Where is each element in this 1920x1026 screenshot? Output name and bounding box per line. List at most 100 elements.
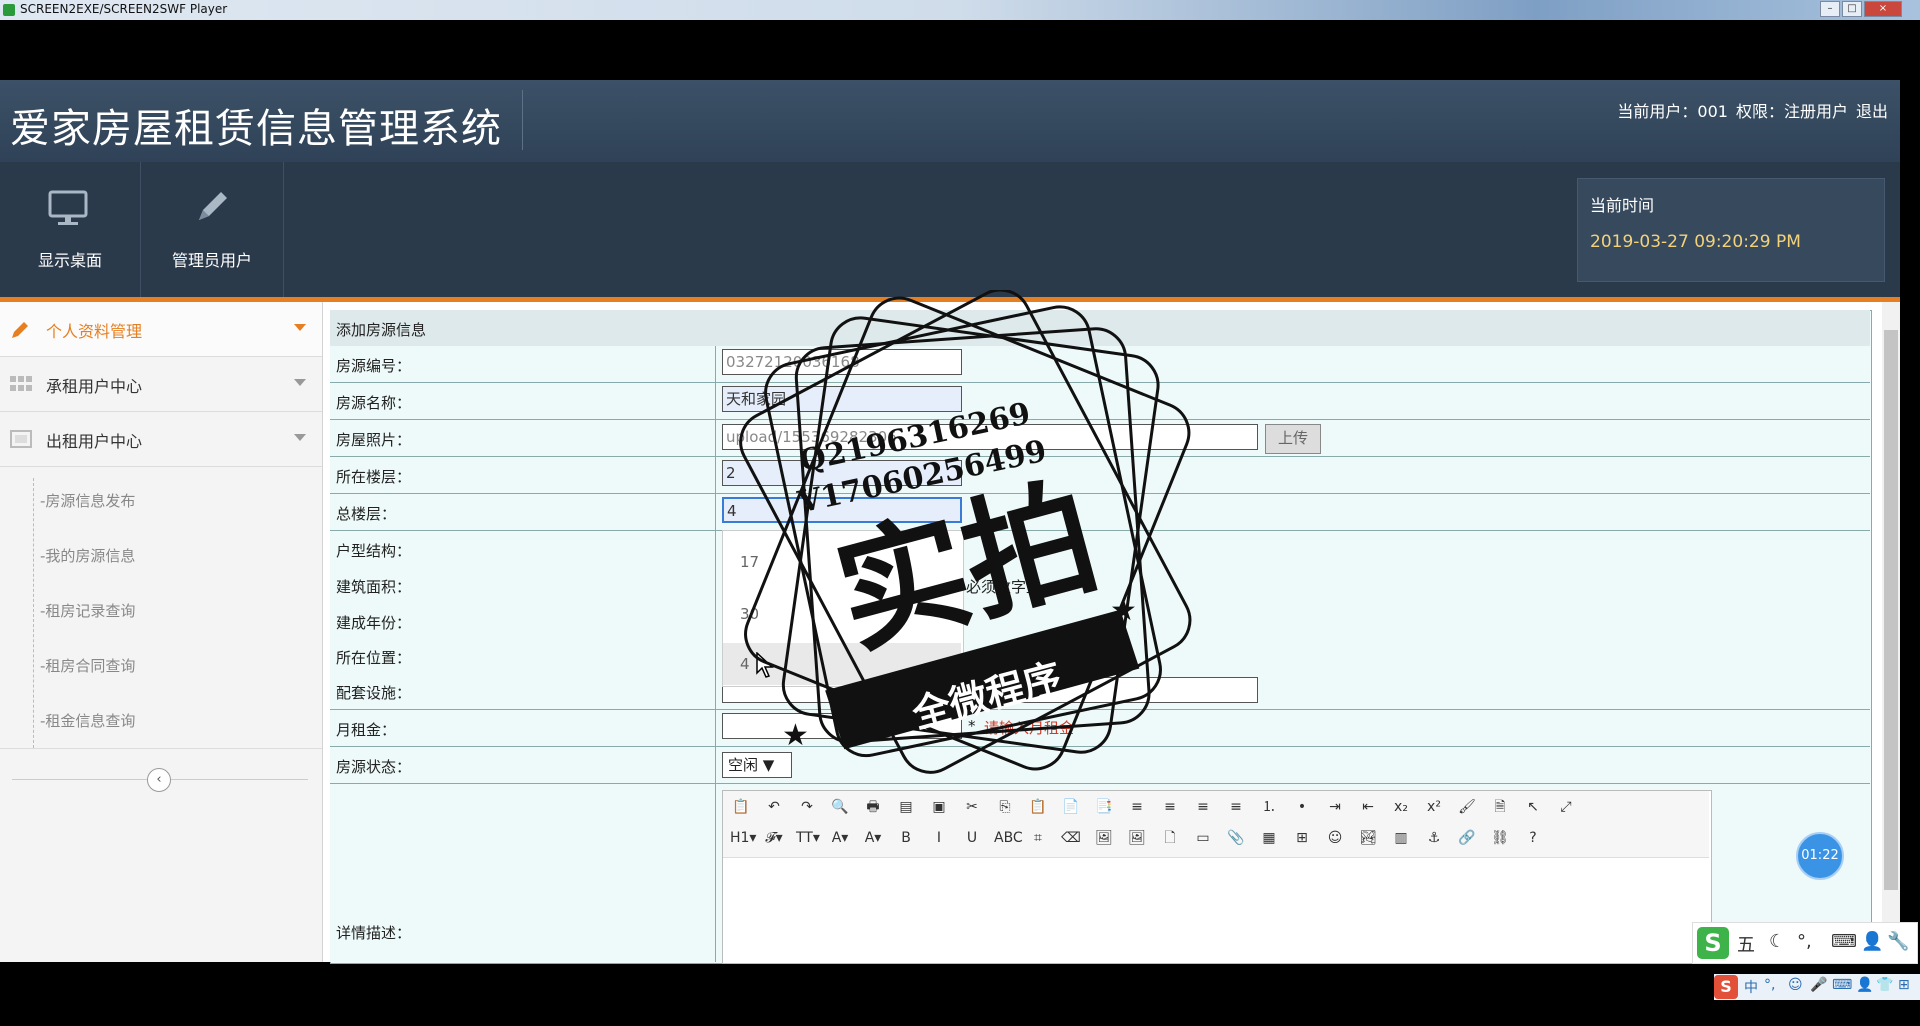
row2-tool-17-icon[interactable]: ⊞	[1291, 827, 1313, 849]
ime-toolbox-icon[interactable]: ⊞	[1898, 977, 1910, 993]
ime-mic-icon[interactable]: 🎤	[1810, 977, 1827, 993]
row2-tool-3-icon[interactable]: A▾	[829, 827, 851, 849]
row2-tool-7-icon[interactable]: U	[961, 827, 983, 849]
ime-settings-icon[interactable]: 🔧	[1887, 931, 1909, 952]
row1-tool-3-icon[interactable]: 🔍	[829, 796, 851, 818]
row1-tool-21-icon[interactable]: x²	[1423, 796, 1445, 818]
submenu-rent-info[interactable]: -租金信息查询	[40, 710, 135, 731]
row2-tool-15-icon[interactable]: 📎	[1225, 827, 1247, 849]
ime-user-icon[interactable]: 👤	[1856, 977, 1873, 993]
ime-user-icon[interactable]: 👤	[1861, 931, 1883, 952]
ime-taskbar: S 中 °, ☺ 🎤 ⌨ 👤 👕 ⊞	[1714, 974, 1920, 1000]
submenu-rental-records[interactable]: -租房记录查询	[40, 600, 135, 621]
row1-tool-17-icon[interactable]: •	[1291, 796, 1313, 818]
row2-tool-19-icon[interactable]: 🏞	[1357, 827, 1379, 849]
row2-tool-24-icon[interactable]: ?	[1522, 827, 1544, 849]
row1-tool-19-icon[interactable]: ⇤	[1357, 796, 1379, 818]
row2-tool-23-icon[interactable]: ⛓	[1489, 827, 1511, 849]
ime-keyboard-icon[interactable]: ⌨	[1831, 931, 1857, 952]
minimize-button[interactable]: –	[1820, 1, 1840, 17]
row1-tool-5-icon[interactable]: ▤	[895, 796, 917, 818]
row1-tool-14-icon[interactable]: ≡	[1192, 796, 1214, 818]
row2-tool-21-icon[interactable]: ⚓	[1423, 827, 1445, 849]
row2-tool-6-icon[interactable]: I	[928, 827, 950, 849]
desktop-button[interactable]: 显示桌面	[0, 162, 141, 297]
row1-tool-23-icon[interactable]: 🗎	[1489, 796, 1511, 818]
row2-tool-5-icon[interactable]: B	[895, 827, 917, 849]
row1-tool-7-icon[interactable]: ✂	[961, 796, 983, 818]
editor-toolbar-row-2: H1▾ 𝓕▾ TT▾ A▾ A▾ B I U ABC ⌗ ⌫ 🖼 🖼 🗋 ▭ 📎 ▦ ⊞ ☺ 🏞 ▥ ⚓ 🔗 ⛓?	[730, 827, 1710, 851]
current-user: 当前用户：001	[1617, 102, 1728, 121]
recording-timer: 01:22	[1796, 832, 1844, 880]
row2-tool-0-icon[interactable]: H1▾	[730, 827, 756, 849]
ime-moon-icon[interactable]: ☾	[1769, 931, 1785, 952]
label-floor: 所在楼层：	[336, 468, 412, 486]
row1-tool-20-icon[interactable]: x₂	[1390, 796, 1412, 818]
row2-tool-2-icon[interactable]: TT▾	[796, 827, 820, 849]
row1-tool-24-icon[interactable]: ↖	[1522, 796, 1544, 818]
row2-tool-12-icon[interactable]: 🖼	[1126, 827, 1148, 849]
ime-wubi-icon[interactable]: 五	[1737, 931, 1755, 957]
label-total-floors: 总楼层：	[336, 505, 397, 523]
ime-skin-icon[interactable]: 👕	[1876, 977, 1893, 993]
row2-tool-8-icon[interactable]: ABC	[994, 827, 1023, 849]
sidebar-item-profile[interactable]: 个人资料管理	[0, 302, 322, 357]
row2-tool-18-icon[interactable]: ☺	[1324, 827, 1346, 849]
row1-tool-16-icon[interactable]: ⒈	[1258, 796, 1280, 818]
row1-tool-22-icon[interactable]: 🖌	[1456, 796, 1478, 818]
row1-tool-6-icon[interactable]: ▣	[928, 796, 950, 818]
logout-link[interactable]: 退出	[1856, 102, 1888, 121]
time-label: 当前时间	[1590, 196, 1655, 215]
row2-tool-14-icon[interactable]: ▭	[1192, 827, 1214, 849]
close-window-button[interactable]: ×	[1864, 1, 1902, 17]
sidebar-item-landlord-center[interactable]: 出租用户中心	[0, 412, 322, 467]
row1-tool-9-icon[interactable]: 📋	[1027, 796, 1049, 818]
ime-punct-icon[interactable]: °,	[1764, 977, 1775, 993]
row1-tool-18-icon[interactable]: ⇥	[1324, 796, 1346, 818]
ime-keyboard-icon[interactable]: ⌨	[1832, 977, 1852, 993]
row1-tool-8-icon[interactable]: ⎘	[994, 796, 1016, 818]
row1-tool-10-icon[interactable]: 📄	[1060, 796, 1082, 818]
row2-tool-1-icon[interactable]: 𝓕▾	[763, 827, 785, 849]
row2-tool-22-icon[interactable]: 🔗	[1456, 827, 1478, 849]
monitor-icon	[48, 190, 88, 225]
row-divider	[715, 747, 716, 783]
editor-toolbar-row-1: 📋 ↶ ↷ 🔍 🖶 ▤ ▣ ✂ ⎘ 📋 📄 📑 ≡ ≡ ≡ ≡ ⒈ • ⇥ ⇤ x₂ x² 🖌 🗎 ↖ ⤢	[730, 796, 1710, 820]
ime-emoji-icon[interactable]: ☺	[1788, 977, 1803, 993]
row1-tool-11-icon[interactable]: 📑	[1093, 796, 1115, 818]
ime-punct-icon[interactable]: °,	[1797, 931, 1812, 952]
sidebar-collapse-button[interactable]: ‹	[147, 768, 171, 792]
row-divider	[715, 784, 716, 962]
row-divider	[715, 567, 716, 603]
row1-tool-25-icon[interactable]: ⤢	[1555, 796, 1577, 818]
label-name: 房源名称：	[336, 394, 412, 412]
admin-user-button[interactable]: 管理员用户	[141, 162, 284, 297]
sidebar-item-label: 承租用户中心	[46, 377, 143, 396]
row2-tool-9-icon[interactable]: ⌗	[1027, 827, 1049, 849]
row2-tool-4-icon[interactable]: A▾	[862, 827, 884, 849]
maximize-button[interactable]: □	[1842, 1, 1862, 17]
scrollbar-thumb[interactable]	[1884, 330, 1898, 890]
submenu-publish-listing[interactable]: -房源信息发布	[40, 490, 135, 511]
row1-tool-2-icon[interactable]: ↷	[796, 796, 818, 818]
row1-tool-15-icon[interactable]: ≡	[1225, 796, 1247, 818]
submenu-my-listings[interactable]: -我的房源信息	[40, 545, 135, 566]
row2-tool-10-icon[interactable]: ⌫	[1060, 827, 1082, 849]
submenu-contracts[interactable]: -租房合同查询	[40, 655, 135, 676]
ime-lang-icon[interactable]: 中	[1744, 977, 1758, 997]
row1-tool-1-icon[interactable]: ↶	[763, 796, 785, 818]
row1-tool-13-icon[interactable]: ≡	[1159, 796, 1181, 818]
row2-tool-11-icon[interactable]: 🖼	[1093, 827, 1115, 849]
row1-tool-0-icon[interactable]: 📋	[730, 796, 752, 818]
star-icon: ★	[1110, 593, 1137, 628]
label-photo: 房屋照片：	[336, 431, 412, 449]
ime-toolbar: S 五 ☾ °, ⌨ 👤 🔧	[1692, 922, 1918, 964]
row1-tool-4-icon[interactable]: 🖶	[862, 796, 884, 818]
row1-tool-12-icon[interactable]: ≡	[1126, 796, 1148, 818]
sidebar-item-tenant-center[interactable]: 承租用户中心	[0, 357, 322, 412]
row2-tool-20-icon[interactable]: ▥	[1390, 827, 1412, 849]
upload-button[interactable]: 上传	[1265, 424, 1321, 454]
row2-tool-16-icon[interactable]: ▦	[1258, 827, 1280, 849]
label-layout: 户型结构：	[336, 542, 412, 560]
row2-tool-13-icon[interactable]: 🗋	[1159, 827, 1181, 849]
